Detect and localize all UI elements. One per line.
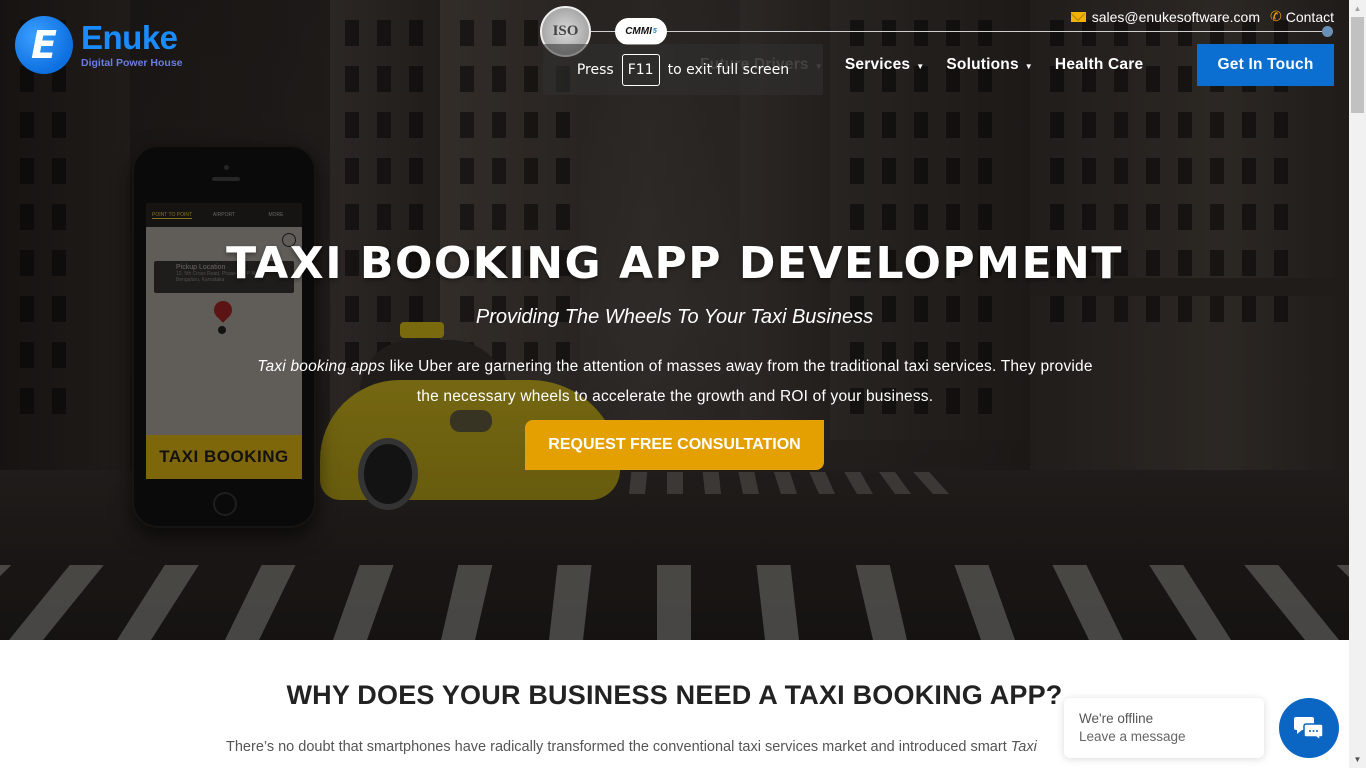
get-in-touch-button[interactable]: Get In Touch bbox=[1197, 44, 1334, 86]
fullscreen-exit-toast: Press F11 to exit full screen bbox=[543, 44, 823, 95]
nav-label: Solutions bbox=[946, 56, 1019, 73]
section-paragraph-emphasis: Taxi bbox=[1010, 739, 1037, 755]
chat-status: We're offline bbox=[1079, 711, 1154, 726]
chat-launcher-button[interactable] bbox=[1279, 698, 1339, 758]
scroll-down-arrow-icon[interactable]: ▼ bbox=[1349, 751, 1366, 768]
section-paragraph-text: There’s no doubt that smartphones have r… bbox=[226, 739, 1011, 755]
scrollbar-thumb[interactable] bbox=[1351, 17, 1364, 113]
nav-label: Health Care bbox=[1054, 56, 1144, 73]
email-link[interactable]: sales@enukesoftware.com bbox=[1070, 8, 1261, 25]
nav-item-services[interactable]: Services ▼ bbox=[845, 56, 925, 74]
nav-item-health-care[interactable]: Health Care bbox=[1055, 56, 1143, 74]
chat-offline-bubble[interactable]: We're offline Leave a message bbox=[1064, 698, 1264, 758]
nav-item-solutions[interactable]: Solutions ▼ bbox=[946, 56, 1033, 74]
contact-link[interactable]: ✆ Contact bbox=[1270, 8, 1334, 25]
iso-label: ISO bbox=[552, 23, 579, 39]
email-text: sales@enukesoftware.com bbox=[1091, 8, 1261, 25]
toast-key: F11 bbox=[621, 53, 660, 86]
phone-icon: ✆ bbox=[1270, 8, 1282, 24]
cmmi-badge: CMMI 5 bbox=[615, 18, 667, 45]
cmmi-level: 5 bbox=[652, 28, 657, 35]
caret-down-icon: ▼ bbox=[1024, 62, 1033, 71]
enuke-logo-icon: E bbox=[15, 16, 73, 74]
contact-text: Contact bbox=[1285, 8, 1334, 25]
envelope-icon bbox=[1070, 11, 1086, 22]
section-paragraph: There’s no doubt that smartphones have r… bbox=[226, 739, 1037, 755]
brand-tagline: Digital Power House bbox=[81, 57, 183, 69]
nav-label: Services bbox=[844, 56, 911, 73]
brand-name: Enuke bbox=[81, 19, 178, 56]
header-divider-line bbox=[588, 31, 1328, 32]
brand-logo[interactable]: E Enuke Digital Power House bbox=[15, 16, 183, 74]
chat-bubbles-icon bbox=[1294, 717, 1324, 741]
scroll-up-arrow-icon[interactable]: ▲ bbox=[1349, 0, 1366, 17]
caret-down-icon: ▼ bbox=[916, 62, 925, 71]
toast-prefix: Press bbox=[576, 61, 614, 78]
request-consultation-button[interactable]: REQUEST FREE CONSULTATION bbox=[525, 420, 824, 470]
hero-description-emphasis: Taxi booking apps bbox=[257, 358, 386, 375]
page-scrollbar[interactable]: ▲ ▼ bbox=[1349, 0, 1366, 768]
toast-suffix: to exit full screen bbox=[667, 61, 790, 78]
hero-subtitle: Providing The Wheels To Your Taxi Busine… bbox=[475, 306, 874, 328]
hero-description: Taxi booking apps like Uber are garnerin… bbox=[250, 352, 1100, 412]
hero-description-text: like Uber are garnering the attention of… bbox=[385, 358, 1093, 405]
cmmi-label: CMMI bbox=[625, 26, 652, 37]
header-divider-dot bbox=[1322, 26, 1333, 37]
chat-action: Leave a message bbox=[1079, 729, 1186, 744]
top-contact-bar: sales@enukesoftware.com ✆ Contact bbox=[1070, 8, 1334, 25]
hero-title: TAXI BOOKING APP DEVELOPMENT bbox=[226, 238, 1123, 289]
